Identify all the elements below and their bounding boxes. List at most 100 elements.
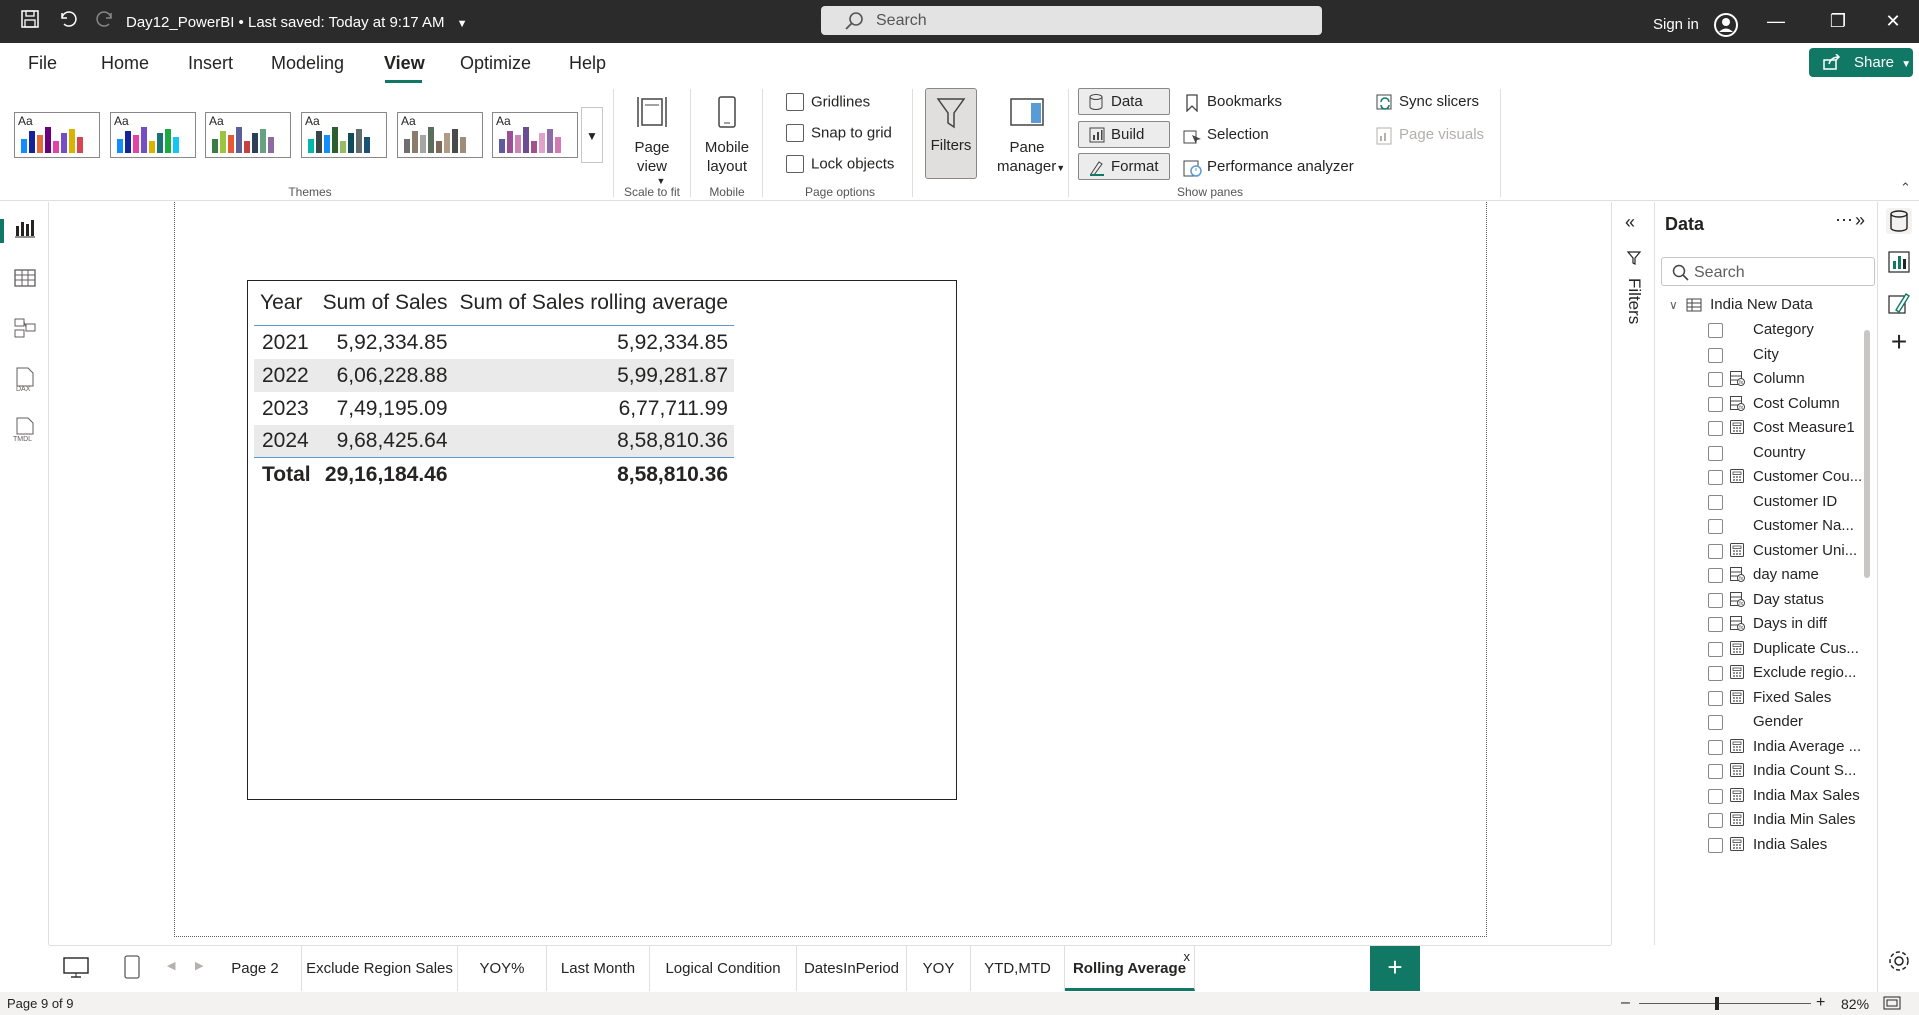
field-checkbox[interactable] bbox=[1708, 813, 1723, 828]
table-row[interactable]: 2024 9,68,425.64 8,58,810.36 bbox=[254, 424, 734, 458]
undo-icon[interactable] bbox=[55, 9, 79, 33]
collapse-ribbon-icon[interactable]: ⌃ bbox=[1900, 180, 1911, 196]
field-checkbox[interactable] bbox=[1708, 421, 1723, 436]
column-header-sum-of-sales[interactable]: Sum of Sales bbox=[316, 287, 454, 326]
field-checkbox[interactable] bbox=[1708, 837, 1723, 853]
sign-in-button[interactable]: Sign in bbox=[1653, 12, 1739, 38]
chevron-down-icon[interactable]: ∨ bbox=[1669, 298, 1678, 312]
selection-pane-button[interactable]: Selection bbox=[1183, 126, 1269, 144]
visualizations-pane-icon[interactable] bbox=[1886, 249, 1912, 275]
themes-expand-button[interactable]: ▼ bbox=[581, 107, 603, 163]
field-checkbox[interactable] bbox=[1708, 470, 1723, 485]
table-row[interactable]: 2023 7,49,195.09 6,77,711.99 bbox=[254, 392, 734, 425]
lock-objects-checkbox[interactable]: Lock objects bbox=[786, 155, 894, 174]
desktop-view-icon[interactable] bbox=[63, 957, 89, 984]
page-tab[interactable]: YTD,MTD bbox=[971, 946, 1065, 991]
model-view-icon[interactable] bbox=[10, 316, 40, 346]
table-row[interactable]: 2021 5,92,334.85 5,92,334.85 bbox=[254, 326, 734, 359]
dax-query-view-icon[interactable]: DAX bbox=[10, 366, 40, 396]
table-node-india-new-data[interactable]: ∨ India New Data bbox=[1669, 296, 1813, 313]
build-pane-toggle[interactable]: Build bbox=[1078, 121, 1170, 148]
column-header-year[interactable]: Year bbox=[254, 287, 317, 326]
scroll-right-icon[interactable]: ▶ bbox=[195, 959, 203, 972]
page-tab[interactable]: YOY% bbox=[458, 946, 547, 991]
data-pane-icon[interactable] bbox=[1886, 208, 1912, 234]
field-checkbox[interactable] bbox=[1708, 568, 1723, 583]
menu-home[interactable]: Home bbox=[101, 53, 149, 74]
redo-icon[interactable] bbox=[94, 9, 118, 33]
menu-insert[interactable]: Insert bbox=[188, 53, 233, 74]
field-checkbox[interactable] bbox=[1708, 445, 1723, 461]
theme-swatch-5[interactable]: Aa bbox=[397, 112, 483, 158]
field-checkbox[interactable] bbox=[1708, 323, 1723, 338]
page-tab[interactable]: Page 2 bbox=[209, 946, 302, 991]
mobile-layout-button[interactable]: Mobile layout bbox=[697, 93, 757, 176]
close-tab-icon[interactable]: x bbox=[1184, 934, 1191, 979]
settings-gear-icon[interactable] bbox=[1886, 948, 1912, 974]
menu-optimize[interactable]: Optimize bbox=[460, 53, 531, 74]
fit-to-page-icon[interactable] bbox=[1883, 996, 1901, 1013]
save-icon[interactable] bbox=[18, 9, 42, 33]
table-view-icon[interactable] bbox=[10, 266, 40, 296]
page-visuals-button[interactable]: Page visuals bbox=[1375, 126, 1484, 145]
format-pane-toggle[interactable]: Format bbox=[1078, 153, 1170, 180]
mobile-view-icon[interactable] bbox=[124, 955, 140, 984]
tmdl-view-icon[interactable]: TMDL bbox=[10, 416, 40, 446]
restore-button[interactable]: ❐ bbox=[1815, 7, 1861, 35]
format-pane-icon[interactable] bbox=[1886, 290, 1912, 316]
page-tab[interactable]: YOY bbox=[907, 946, 971, 991]
page-tab[interactable]: Last Month bbox=[547, 946, 650, 991]
data-search-input[interactable]: Search bbox=[1661, 257, 1875, 286]
menu-help[interactable]: Help bbox=[569, 53, 606, 74]
bookmarks-pane-button[interactable]: Bookmarks bbox=[1183, 93, 1282, 112]
field-checkbox[interactable] bbox=[1708, 543, 1723, 559]
field-checkbox[interactable] bbox=[1708, 641, 1723, 657]
global-search-input[interactable]: Search bbox=[821, 6, 1322, 35]
chevron-down-icon[interactable]: ▼ bbox=[457, 18, 468, 30]
add-page-button[interactable]: + bbox=[1370, 946, 1420, 991]
field-checkbox[interactable] bbox=[1708, 690, 1723, 706]
field-checkbox[interactable] bbox=[1708, 715, 1723, 730]
filters-pane-collapsed[interactable]: « Filters bbox=[1611, 202, 1655, 945]
field-checkbox[interactable] bbox=[1708, 788, 1723, 804]
table-row[interactable]: 2022 6,06,228.88 5,99,281.87 bbox=[254, 358, 734, 392]
zoom-out-button[interactable]: – bbox=[1621, 994, 1630, 1012]
menu-modeling[interactable]: Modeling bbox=[271, 53, 344, 74]
table-visual[interactable]: Year Sum of Sales Sum of Sales rolling a… bbox=[247, 280, 957, 800]
data-pane-scrollbar[interactable] bbox=[1864, 330, 1870, 578]
menu-view[interactable]: View bbox=[384, 53, 425, 74]
document-title[interactable]: Day12_PowerBI • Last saved: Today at 9:1… bbox=[126, 14, 468, 31]
add-pane-icon[interactable]: + bbox=[1886, 328, 1912, 356]
collapse-pane-icon[interactable]: » bbox=[1855, 210, 1865, 231]
field-checkbox[interactable] bbox=[1708, 617, 1723, 632]
minimize-button[interactable]: — bbox=[1753, 7, 1799, 35]
page-tab[interactable]: Exclude Region Sales bbox=[302, 946, 458, 991]
zoom-slider-thumb[interactable] bbox=[1715, 997, 1719, 1010]
page-tab[interactable]: DatesInPeriod bbox=[797, 946, 907, 991]
field-checkbox[interactable] bbox=[1708, 519, 1723, 534]
share-button[interactable]: Share ▼ bbox=[1809, 48, 1913, 77]
report-view-icon[interactable] bbox=[10, 216, 40, 246]
report-page[interactable]: Year Sum of Sales Sum of Sales rolling a… bbox=[174, 202, 1487, 937]
column-header-rolling-average[interactable]: Sum of Sales rolling average bbox=[453, 287, 734, 326]
pane-manager-button[interactable]: Pane manager▼ bbox=[997, 93, 1065, 178]
theme-swatch-4[interactable]: Aa bbox=[301, 112, 387, 158]
sync-slicers-button[interactable]: Sync slicers bbox=[1375, 93, 1479, 110]
theme-swatch-2[interactable]: Aa bbox=[110, 112, 196, 158]
theme-swatch-3[interactable]: Aa bbox=[205, 112, 291, 158]
field-checkbox[interactable] bbox=[1708, 396, 1723, 412]
field-checkbox[interactable] bbox=[1708, 592, 1723, 608]
page-tab[interactable]: Logical Condition bbox=[650, 946, 797, 991]
zoom-slider-track[interactable] bbox=[1639, 1003, 1811, 1004]
field-checkbox[interactable] bbox=[1708, 494, 1723, 510]
page-view-button[interactable]: Page view ▼ bbox=[622, 93, 682, 186]
field-checkbox[interactable] bbox=[1708, 372, 1723, 387]
page-tab[interactable]: Rolling Average x bbox=[1065, 946, 1195, 991]
menu-file[interactable]: File bbox=[28, 53, 57, 74]
gridlines-checkbox[interactable]: Gridlines bbox=[786, 93, 870, 112]
field-checkbox[interactable] bbox=[1708, 739, 1723, 755]
more-options-icon[interactable]: ⋯ bbox=[1835, 210, 1853, 231]
field-checkbox[interactable] bbox=[1708, 666, 1723, 681]
field-checkbox[interactable] bbox=[1708, 347, 1723, 363]
performance-analyzer-button[interactable]: Performance analyzer bbox=[1183, 158, 1354, 177]
